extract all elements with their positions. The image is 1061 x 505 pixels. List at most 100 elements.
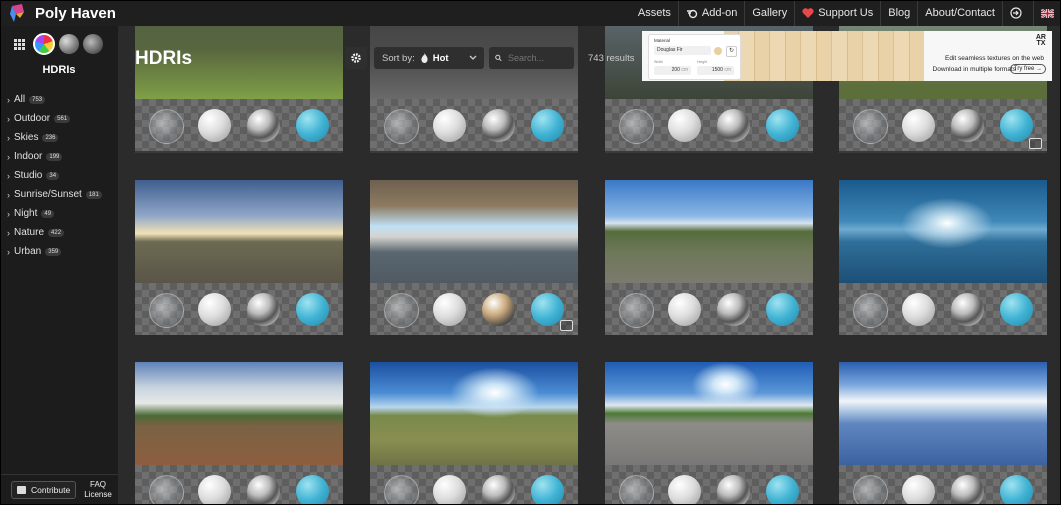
hdri-thumbnail <box>135 180 343 283</box>
ad-height-field: 1500 cm <box>697 66 734 75</box>
ad-banner[interactable]: Material Douglas Fir ↻ Width Height 200 … <box>642 31 1052 81</box>
hdri-card[interactable] <box>135 26 343 153</box>
nav-blog[interactable]: Blog <box>880 0 917 26</box>
category-outdoor[interactable]: › Outdoor 561 <box>0 109 118 128</box>
language-button[interactable] <box>1033 0 1061 26</box>
flame-icon <box>421 53 428 63</box>
preview-spheres <box>370 465 578 505</box>
category-skies[interactable]: › Skies 236 <box>0 128 118 147</box>
hdri-card[interactable] <box>605 362 813 505</box>
search-icon <box>495 54 502 62</box>
artx-logo-bottom: TX <box>1036 40 1046 47</box>
login-button[interactable] <box>1002 0 1033 26</box>
ad-height-unit: cm <box>724 67 731 73</box>
artx-logo: AR TX <box>1036 34 1046 47</box>
nav-addon-label: Add-on <box>701 7 738 19</box>
uk-flag-icon <box>1041 8 1054 18</box>
preview-spheres <box>605 283 813 335</box>
chevron-right-icon: › <box>7 132 10 143</box>
main-content: HDRIs Sort by: Hot 743 results Material … <box>118 26 1061 505</box>
category-label: Indoor <box>14 151 43 162</box>
preview-spheres <box>605 99 813 151</box>
contribute-label: Contribute <box>31 485 71 495</box>
nav-gallery[interactable]: Gallery <box>744 0 794 26</box>
ad-panel-title: Material <box>654 38 671 43</box>
preview-spheres <box>839 99 1047 151</box>
contribute-button[interactable]: Contribute <box>11 481 77 499</box>
license-link[interactable]: License <box>84 490 112 500</box>
sort-value: Hot <box>432 52 449 64</box>
ad-height-label: Height <box>697 60 708 64</box>
footer-links: FAQ License <box>84 480 112 500</box>
wood-texture-image <box>724 31 924 81</box>
ad-height-value: 1500 <box>711 67 723 73</box>
hdri-card[interactable] <box>370 26 578 153</box>
nav-links: Assets Add-on Gallery Support Us Blog Ab… <box>631 0 1061 26</box>
search-box <box>489 47 574 69</box>
category-sunrise-sunset[interactable]: › Sunrise/Sunset 181 <box>0 185 118 204</box>
top-nav-bar: Poly Haven Assets Add-on Gallery Support… <box>0 0 1061 26</box>
hdri-card[interactable] <box>135 362 343 505</box>
hdri-card[interactable] <box>839 362 1047 505</box>
category-count: 359 <box>45 247 62 256</box>
category-night[interactable]: › Night 49 <box>0 204 118 223</box>
preview-spheres <box>370 283 578 335</box>
preview-spheres <box>605 465 813 505</box>
hdri-card[interactable] <box>605 180 813 335</box>
ad-width-field: 200 cm <box>654 66 691 75</box>
category-studio[interactable]: › Studio 34 <box>0 166 118 185</box>
asset-type-switcher <box>9 33 118 55</box>
category-count: 753 <box>29 95 46 104</box>
hdri-thumbnail <box>605 180 813 283</box>
nav-gallery-label: Gallery <box>752 7 788 19</box>
settings-button[interactable] <box>345 47 367 69</box>
grid-dots-icon <box>13 38 25 50</box>
ad-panel-value: Douglas Fir <box>654 46 711 55</box>
heart-icon <box>802 8 814 18</box>
brand-logo[interactable]: Poly Haven <box>10 4 116 22</box>
gallery-icon <box>560 320 573 331</box>
chevron-right-icon: › <box>7 170 10 181</box>
search-input[interactable] <box>506 52 574 64</box>
category-label: All <box>14 94 26 105</box>
category-indoor[interactable]: › Indoor 199 <box>0 147 118 166</box>
nav-about[interactable]: About/Contact <box>917 0 1002 26</box>
ad-swatch <box>714 47 722 55</box>
hdri-thumbnail <box>370 362 578 465</box>
nav-addon[interactable]: Add-on <box>677 0 744 26</box>
nav-support[interactable]: Support Us <box>794 0 880 26</box>
category-all[interactable]: › All 753 <box>0 90 118 109</box>
ad-try-free-button[interactable]: Try free → <box>1009 64 1046 74</box>
hdri-card[interactable] <box>839 180 1047 335</box>
hdri-card[interactable] <box>370 180 578 335</box>
hdri-card[interactable] <box>135 180 343 335</box>
faq-link[interactable]: FAQ <box>84 480 112 490</box>
ad-material-panel: Material Douglas Fir ↻ Width Height 200 … <box>648 34 741 80</box>
ad-subline: Download in multiple formats <box>932 66 1016 73</box>
category-count: 422 <box>48 228 65 237</box>
chevron-right-icon: › <box>7 246 10 257</box>
ad-width-value: 200 <box>671 67 680 73</box>
preview-spheres <box>135 99 343 151</box>
hdri-icon[interactable] <box>33 33 55 55</box>
category-label: Urban <box>14 246 42 257</box>
texture-icon[interactable] <box>59 34 79 54</box>
nav-about-label: About/Contact <box>925 7 995 19</box>
grid-icon[interactable] <box>9 34 29 54</box>
nav-assets[interactable]: Assets <box>631 0 678 26</box>
category-label: Outdoor <box>14 113 51 124</box>
hdri-card[interactable] <box>370 362 578 505</box>
category-label: Skies <box>14 132 39 143</box>
login-icon <box>1010 7 1022 19</box>
chevron-right-icon: › <box>7 227 10 238</box>
sort-dropdown[interactable]: Sort by: Hot <box>374 47 484 69</box>
category-count: 561 <box>54 114 71 123</box>
category-count: 34 <box>46 171 60 180</box>
category-count: 199 <box>46 152 63 161</box>
model-icon[interactable] <box>83 34 103 54</box>
poly-haven-logo-icon <box>10 4 24 22</box>
category-nature[interactable]: › Nature 422 <box>0 223 118 242</box>
results-count: 743 results <box>588 53 635 64</box>
hdri-thumbnail <box>370 180 578 283</box>
category-urban[interactable]: › Urban 359 <box>0 242 118 261</box>
